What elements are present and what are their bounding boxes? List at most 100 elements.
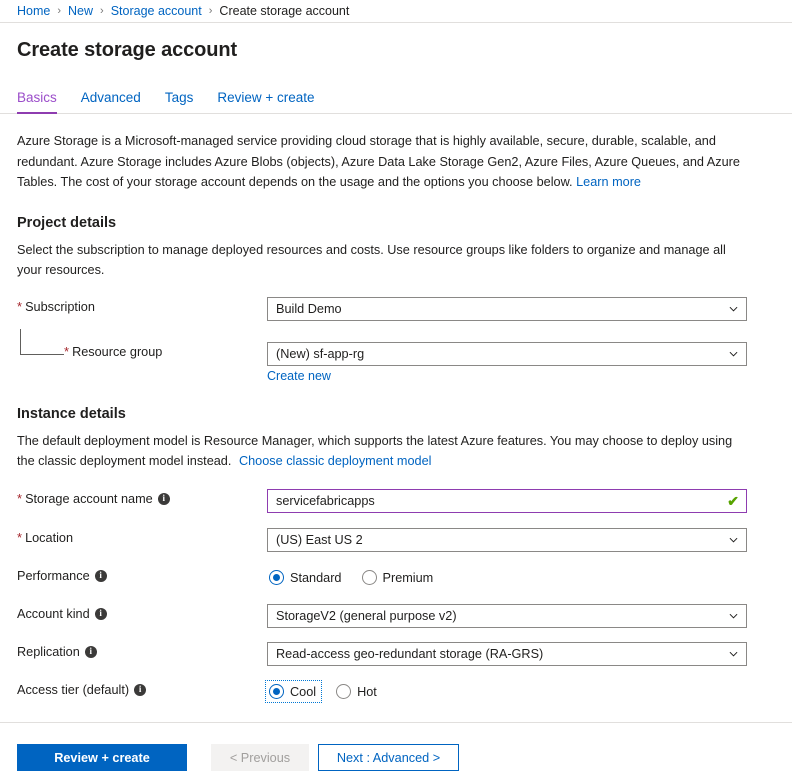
field-row-performance: Performance i Standard Premium [17,566,775,590]
project-details-description: Select the subscription to manage deploy… [17,240,752,281]
next-advanced-button[interactable]: Next : Advanced > [318,744,459,771]
replication-select[interactable]: Read-access geo-redundant storage (RA-GR… [267,642,747,666]
resource-group-select[interactable]: (New) sf-app-rg [267,342,747,366]
resource-group-value: (New) sf-app-rg [276,347,364,361]
field-row-account-kind: Account kind i StorageV2 (general purpos… [17,604,775,628]
resource-group-field-area: (New) sf-app-rg Create new [267,342,775,385]
location-field-area: (US) East US 2 [267,528,775,552]
replication-value: Read-access geo-redundant storage (RA-GR… [276,647,543,661]
account-kind-value: StorageV2 (general purpose v2) [276,609,457,623]
tab-review-create[interactable]: Review + create [217,90,314,114]
account-kind-select[interactable]: StorageV2 (general purpose v2) [267,604,747,628]
breadcrumb-item-create-storage-account: Create storage account [219,4,349,18]
breadcrumb-separator-icon: › [100,5,104,17]
location-value: (US) East US 2 [276,533,363,547]
breadcrumb: Home › New › Storage account › Create st… [0,0,792,23]
review-create-button[interactable]: Review + create [17,744,187,771]
performance-label: Performance [17,569,90,583]
subscription-select[interactable]: Build Demo [267,297,747,321]
previous-button[interactable]: < Previous [211,744,309,771]
performance-label-wrap: Performance i [17,566,267,583]
storage-account-name-field-area: servicefabricapps ✔ [267,489,775,513]
radio-label-cool: Cool [290,685,316,699]
tab-tags[interactable]: Tags [165,90,194,114]
info-icon[interactable]: i [134,684,146,696]
field-row-access-tier: Access tier (default) i Cool Hot [17,680,775,704]
tab-advanced[interactable]: Advanced [81,90,141,114]
subscription-label: Subscription [25,300,95,314]
chevron-down-icon [729,649,738,658]
radio-indicator [362,570,377,585]
storage-account-name-input[interactable]: servicefabricapps ✔ [267,489,747,513]
radio-access-tier-cool[interactable]: Cool [267,682,320,701]
field-row-resource-group: * Resource group (New) sf-app-rg Create … [17,342,775,385]
subscription-field-area: Build Demo [267,297,775,321]
info-icon[interactable]: i [85,646,97,658]
replication-label: Replication [17,645,80,659]
resource-group-label: Resource group [72,345,162,359]
footer-divider [0,722,792,723]
access-tier-label: Access tier (default) [17,683,129,697]
location-label: Location [25,531,73,545]
required-asterisk: * [17,300,22,313]
field-row-subscription: * Subscription Build Demo [17,297,775,321]
radio-performance-standard[interactable]: Standard [267,568,346,587]
tab-bar: Basics Advanced Tags Review + create [0,86,792,114]
intro-paragraph: Azure Storage is a Microsoft-managed ser… [17,131,755,193]
instance-details-description: The default deployment model is Resource… [17,431,752,472]
required-asterisk: * [17,531,22,544]
instance-details-heading: Instance details [17,406,775,422]
storage-account-name-value: servicefabricapps [276,494,375,508]
account-kind-field-area: StorageV2 (general purpose v2) [267,604,775,628]
tab-basics[interactable]: Basics [17,90,57,114]
create-new-resource-group-link[interactable]: Create new [267,369,331,383]
radio-access-tier-hot[interactable]: Hot [334,682,381,701]
breadcrumb-item-home[interactable]: Home [17,4,50,18]
radio-performance-premium[interactable]: Premium [360,568,438,587]
info-icon[interactable]: i [95,608,107,620]
resource-group-label-wrap: * Resource group [17,342,267,359]
project-details-heading: Project details [17,215,775,231]
storage-account-name-label: Storage account name [25,492,153,506]
breadcrumb-separator-icon: › [209,5,213,17]
chevron-down-icon [729,349,738,358]
subscription-value: Build Demo [276,302,342,316]
chevron-down-icon [729,535,738,544]
replication-field-area: Read-access geo-redundant storage (RA-GR… [267,642,775,666]
radio-indicator [269,570,284,585]
info-icon[interactable]: i [95,570,107,582]
field-row-storage-account-name: * Storage account name i servicefabricap… [17,489,775,513]
tree-connector-line [20,329,64,355]
replication-label-wrap: Replication i [17,642,267,659]
storage-account-name-label-wrap: * Storage account name i [17,489,267,506]
performance-radio-group: Standard Premium [267,566,775,590]
radio-indicator [269,684,284,699]
location-select[interactable]: (US) East US 2 [267,528,747,552]
location-label-wrap: * Location [17,528,267,545]
radio-label-standard: Standard [290,571,342,585]
chevron-down-icon [729,304,738,313]
info-icon[interactable]: i [158,493,170,505]
account-kind-label-wrap: Account kind i [17,604,267,621]
access-tier-radio-group: Cool Hot [267,680,775,704]
choose-classic-deployment-model-link[interactable]: Choose classic deployment model [239,454,432,468]
account-kind-label: Account kind [17,607,90,621]
breadcrumb-item-storage-account[interactable]: Storage account [111,4,202,18]
required-asterisk: * [17,492,22,505]
chevron-down-icon [729,611,738,620]
breadcrumb-separator-icon: › [57,5,61,17]
page-title: Create storage account [0,23,792,62]
access-tier-label-wrap: Access tier (default) i [17,680,267,697]
subscription-label-wrap: * Subscription [17,297,267,314]
radio-label-premium: Premium [383,571,434,585]
radio-label-hot: Hot [357,685,377,699]
access-tier-field-area: Cool Hot [267,680,775,704]
learn-more-link[interactable]: Learn more [576,175,641,189]
field-row-location: * Location (US) East US 2 [17,528,775,552]
radio-indicator [336,684,351,699]
breadcrumb-item-new[interactable]: New [68,4,93,18]
footer-action-bar: Review + create < Previous Next : Advanc… [17,744,459,771]
field-row-replication: Replication i Read-access geo-redundant … [17,642,775,666]
performance-field-area: Standard Premium [267,566,775,590]
required-asterisk: * [64,345,69,358]
